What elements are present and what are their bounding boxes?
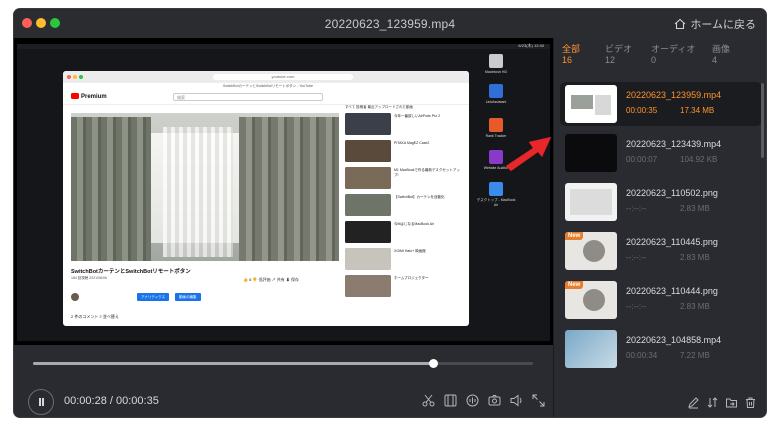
file-thumbnail: New	[565, 281, 617, 319]
youtube-video-frame	[71, 113, 339, 261]
recommendation-item: 今年一番欲しいAirPods Pro 2	[345, 113, 465, 135]
recommendation-item: 今MはじなるMacBook Air	[345, 221, 465, 243]
pause-button[interactable]	[28, 389, 54, 415]
film-icon[interactable]	[443, 393, 458, 408]
annotation-arrow-icon	[505, 136, 552, 172]
app-window: 20220623_123959.mp4 ホームに戻る 6/23(木) 12:40…	[14, 9, 766, 417]
video-stage[interactable]: 6/23(木) 12:40 youtube.com SwitchBotカーテンと…	[14, 38, 553, 345]
browser-tab: SwitchBotカーテンとSwitchBotリモートボタン - YouTube	[223, 84, 313, 88]
file-item[interactable]: New 20220623_110445.png --:--:-- 2.83 MB	[560, 229, 762, 273]
file-thumbnail	[565, 134, 617, 172]
seek-bar[interactable]	[33, 359, 533, 368]
home-icon	[674, 18, 686, 30]
player-controls: 00:00:28 / 00:00:35	[14, 345, 553, 417]
youtube-filter-chips: すべて 投稿者 最近アップロードされた動画	[345, 105, 414, 109]
youtube-search: 検索	[173, 93, 323, 101]
edit-tools	[421, 393, 546, 408]
app-icon	[489, 84, 503, 98]
file-thumbnail	[565, 85, 617, 123]
file-item[interactable]: 20220623_110502.png --:--:-- 2.83 MB	[560, 180, 762, 224]
file-name: 20220623_110502.png	[626, 188, 718, 198]
file-duration: --:--:--	[626, 204, 647, 213]
edit-icon[interactable]	[687, 396, 700, 409]
new-badge: New	[565, 232, 584, 240]
edit-video-button: 動画の編集	[175, 293, 201, 301]
title-bar: 20220623_123959.mp4 ホームに戻る	[14, 9, 766, 38]
file-size: 17.34 MB	[680, 106, 715, 115]
window-title: 20220623_123959.mp4	[324, 17, 456, 31]
tab-video[interactable]: ビデオ 12	[605, 44, 632, 66]
file-thumbnail: New	[565, 232, 617, 270]
recommendation-item: ホームプロジェクター	[345, 275, 465, 297]
file-duration: 00:00:34	[626, 351, 658, 360]
file-size: 2.83 MB	[680, 302, 710, 311]
channel-avatar	[71, 293, 79, 301]
recommendation-item: 【SwitchBot】カーテンを自動化	[345, 194, 465, 216]
seek-progress	[33, 362, 433, 365]
analytics-button: アナリティクス	[137, 293, 170, 301]
home-button-label: ホームに戻る	[690, 19, 756, 31]
recommendation-item: PITAKA MagEZ Case2	[345, 140, 465, 162]
youtube-video-title: SwitchBotカーテンとSwitchBotリモートボタン	[71, 269, 191, 275]
file-name: 20220623_104858.mp4	[626, 335, 722, 345]
youtube-video-actions: 👍 8 👎 低評価 ↗ 共有 ⬇ 保存	[243, 277, 299, 282]
home-button[interactable]: ホームに戻る	[674, 16, 756, 32]
file-size: 2.83 MB	[680, 253, 710, 262]
recorded-screen: 6/23(木) 12:40 youtube.com SwitchBotカーテンと…	[17, 43, 550, 341]
file-item[interactable]: 20220623_104858.mp4 00:00:34 7.22 MB	[560, 327, 762, 371]
camera-icon[interactable]	[487, 393, 502, 408]
scissors-icon[interactable]	[421, 393, 436, 408]
file-thumbnail	[565, 330, 617, 368]
sort-icon[interactable]	[706, 396, 719, 409]
youtube-comments-header: 2 件のコメント ≡ 並べ替え	[71, 314, 119, 319]
browser-url: youtube.com	[213, 74, 353, 80]
folder-open-icon[interactable]	[725, 396, 738, 409]
youtube-logo: Premium	[71, 93, 107, 100]
file-name: 20220623_123439.mp4	[626, 139, 722, 149]
file-name: 20220623_110444.png	[626, 286, 718, 296]
hard-drive-icon	[489, 54, 503, 68]
browser-window: youtube.com SwitchBotカーテンとSwitchBotリモートボ…	[63, 71, 469, 326]
file-duration: 00:00:07	[626, 155, 658, 164]
recommendation-item: M1 MacBookで作る最新デスクセットアップ!	[345, 167, 465, 189]
media-tabs: 全部 16 ビデオ 12 オーディオ 0 画像 4	[562, 44, 762, 70]
panel-scrollbar[interactable]	[761, 83, 764, 158]
folder-icon	[489, 182, 503, 196]
audio-icon[interactable]	[465, 393, 480, 408]
file-item[interactable]: 20220623_123439.mp4 00:00:07 104.92 KB	[560, 131, 762, 175]
volume-icon[interactable]	[509, 393, 524, 408]
file-duration: 00:00:35	[626, 106, 658, 115]
app-icon	[489, 150, 503, 164]
file-duration: --:--:--	[626, 302, 647, 311]
expand-icon[interactable]	[531, 393, 546, 408]
youtube-video-meta: 184 回視聴 2021/06/06	[71, 276, 107, 280]
recommendation-item: XGIMI Halo+ 映画館	[345, 248, 465, 270]
trash-icon[interactable]	[744, 396, 757, 409]
file-item[interactable]: New 20220623_110444.png --:--:-- 2.83 MB	[560, 278, 762, 322]
new-badge: New	[565, 281, 584, 289]
seek-handle[interactable]	[429, 359, 438, 368]
file-name: 20220623_123959.mp4	[626, 90, 722, 100]
youtube-channel-row: アナリティクス 動画の編集	[71, 291, 339, 303]
tab-audio[interactable]: オーディオ 0	[651, 44, 695, 66]
youtube-header: Premium 検索	[63, 90, 469, 105]
file-size: 2.83 MB	[680, 204, 710, 213]
tab-all[interactable]: 全部 16	[562, 44, 580, 66]
file-duration: --:--:--	[626, 253, 647, 262]
file-size: 7.22 MB	[680, 351, 710, 360]
file-thumbnail	[565, 183, 617, 221]
file-item[interactable]: 20220623_123959.mp4 00:00:35 17.34 MB	[560, 82, 762, 126]
mac-menubar: 6/23(木) 12:40	[17, 43, 550, 49]
app-icon	[489, 118, 503, 132]
file-size: 104.92 KB	[680, 155, 718, 164]
browser-toolbar: youtube.com	[63, 71, 469, 83]
file-name: 20220623_110445.png	[626, 237, 718, 247]
panel-toolbar	[687, 396, 757, 409]
tab-images[interactable]: 画像 4	[712, 44, 730, 66]
time-display: 00:00:28 / 00:00:35	[64, 395, 159, 407]
media-library-panel: 全部 16 ビデオ 12 オーディオ 0 画像 4 20220623_123959.mp…	[553, 38, 766, 417]
